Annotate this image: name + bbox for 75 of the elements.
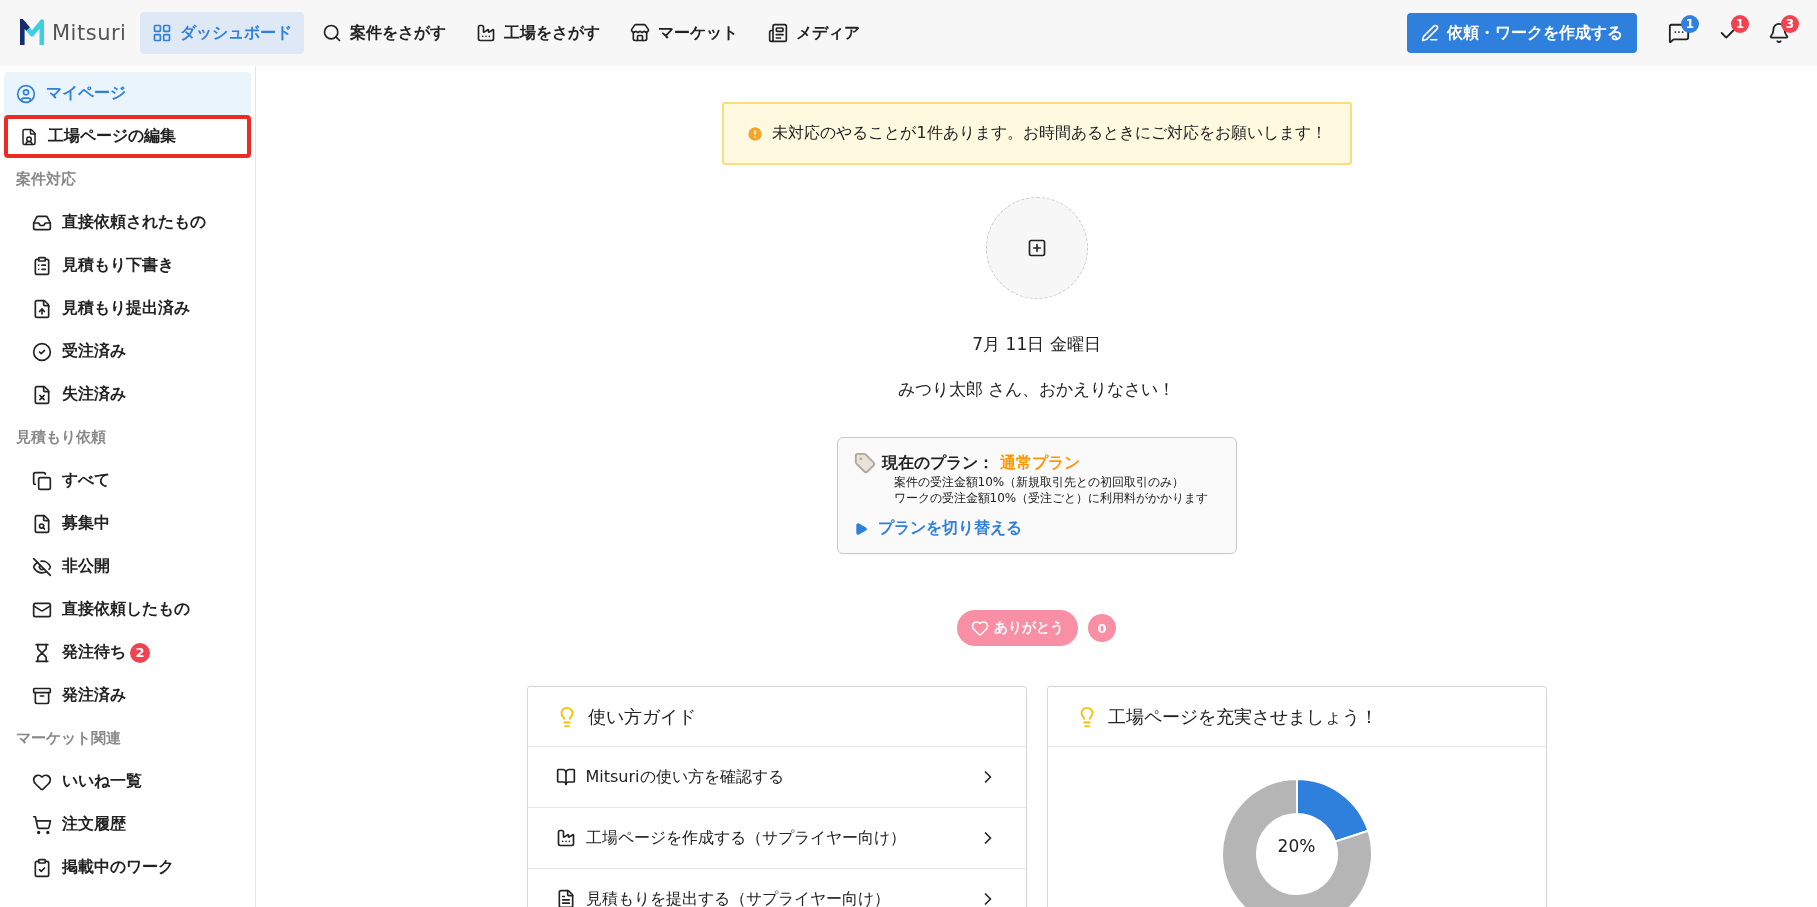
- count-badge: 3: [1781, 15, 1799, 33]
- sidebar-icon: [32, 771, 52, 792]
- sidebar-item[interactable]: 工場ページの編集: [4, 115, 251, 158]
- sidebar-icon: [32, 341, 52, 362]
- factory-icon: [555, 828, 576, 848]
- add-icon: [1026, 238, 1047, 258]
- plan-name: 通常プラン: [999, 452, 1080, 474]
- sidebar-heading: 案件対応: [15, 169, 77, 190]
- alert-icon: [746, 124, 765, 143]
- plan-description: 案件の受注金額10%（新規取引先との初回取引のみ）: [893, 474, 1186, 490]
- sidebar-icon: [32, 642, 52, 663]
- sidebar-item[interactable]: 受注済み: [4, 330, 251, 373]
- nav-tab[interactable]: マーケット: [618, 12, 751, 54]
- sidebar-item[interactable]: 直接依頼されたもの: [4, 201, 251, 244]
- card-title: 使い方ガイド: [587, 704, 696, 729]
- sidebar-icon: [32, 470, 52, 491]
- nav-tab[interactable]: メディア: [756, 12, 873, 54]
- sidebar-heading: 見積もり依頼: [15, 427, 107, 448]
- plan-description: ワークの受注金額10%（受注ごと）に利用料がかかります: [893, 490, 1210, 506]
- sidebar-item[interactable]: すべて: [4, 459, 251, 502]
- nav-tab[interactable]: 案件をさがす: [310, 12, 459, 54]
- sidebar-icon: [32, 255, 52, 276]
- sidebar-item[interactable]: 募集中: [4, 502, 251, 545]
- greeting-text: みつり太郎 さん、おかえりなさい！: [897, 378, 1176, 401]
- guide-row[interactable]: Mitsuriの使い方を確認する: [527, 747, 1026, 808]
- sidebar-icon: [32, 857, 52, 878]
- count-badge: 1: [1731, 15, 1749, 33]
- sidebar-icon: [32, 513, 52, 534]
- tag-icon: [853, 452, 876, 474]
- guide-row[interactable]: 工場ページを作成する（サプライヤー向け）: [527, 808, 1026, 869]
- pen-icon: [1421, 24, 1439, 42]
- card-title: 工場ページを充実させましょう！: [1107, 704, 1378, 729]
- alert-text: 未対応のやることが1件あります。お時間あるときにご対応をお願いします！: [772, 123, 1327, 144]
- sidebar-item[interactable]: 失注済み: [4, 373, 251, 416]
- newspaper-icon: [768, 23, 789, 43]
- progress-label: 20%: [1277, 836, 1316, 856]
- sidebar-item[interactable]: 直接依頼したもの: [4, 588, 251, 631]
- thanks-count: 0: [1088, 614, 1116, 642]
- header-icon-button[interactable]: 1: [1707, 13, 1751, 53]
- user-circle-icon: [16, 83, 36, 104]
- guide-row[interactable]: 見積もりを提出する（サプライヤー向け）: [527, 869, 1026, 907]
- sidebar-item[interactable]: マイページ: [4, 72, 251, 115]
- create-button[interactable]: 依頼・ワークを作成する: [1407, 13, 1637, 53]
- header-icon-button[interactable]: 3: [1757, 13, 1801, 53]
- sidebar-item[interactable]: 見積もり提出済み: [4, 287, 251, 330]
- sidebar-icon: [32, 556, 52, 577]
- sidebar-heading: マーケット関連: [15, 728, 122, 749]
- plan-label: 現在のプラン：: [881, 452, 994, 474]
- sidebar-item[interactable]: 掲載中のワーク: [4, 846, 251, 889]
- grid-icon: [152, 23, 173, 43]
- sidebar-item[interactable]: 発注済み: [4, 674, 251, 717]
- user-document-icon: [20, 127, 38, 146]
- heart-icon: [971, 619, 989, 637]
- count-badge: 2: [130, 642, 150, 663]
- book-icon: [555, 767, 576, 787]
- logo-icon: [20, 19, 44, 47]
- sidebar-icon: [32, 814, 52, 835]
- sidebar-item[interactable]: いいね一覧: [4, 760, 251, 803]
- sidebar-icon: [32, 298, 52, 319]
- sidebar-item[interactable]: 見積もり下書き: [4, 244, 251, 287]
- factory-icon: [476, 23, 497, 43]
- store-icon: [630, 23, 651, 43]
- date-text: 7月 11日 金曜日: [972, 333, 1101, 356]
- search-icon: [322, 23, 343, 43]
- sidebar-icon: [32, 384, 52, 405]
- sidebar-item[interactable]: 発注待ち 2: [4, 631, 251, 674]
- header-icon-button[interactable]: 1: [1657, 13, 1701, 53]
- sidebar-icon: [32, 685, 52, 706]
- nav-tab[interactable]: 工場をさがす: [464, 12, 613, 54]
- plan-switch-link[interactable]: プランを切り替える: [853, 518, 1220, 539]
- logo-text: Mitsuri: [52, 21, 127, 45]
- triangle-icon: [853, 521, 868, 536]
- count-badge: 1: [1681, 15, 1699, 33]
- sidebar-item[interactable]: 非公開: [4, 545, 251, 588]
- sidebar-item[interactable]: 注文履歴: [4, 803, 251, 846]
